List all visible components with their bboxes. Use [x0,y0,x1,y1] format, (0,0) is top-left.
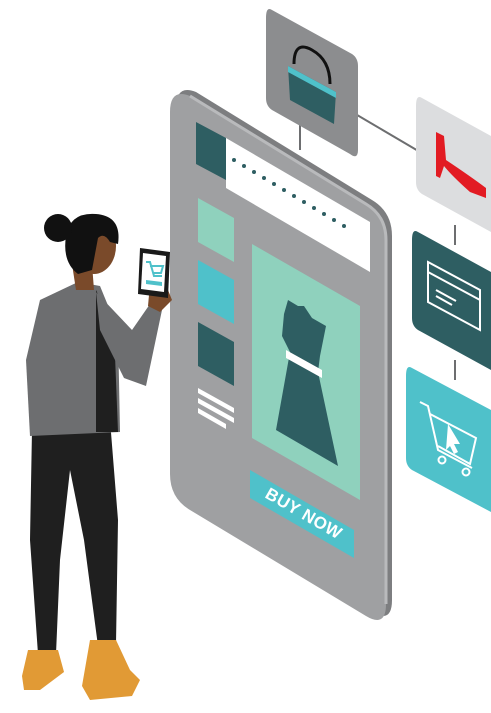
tile-shoe [416,97,491,232]
tile-credit-card [412,231,491,370]
tile-shopping-cart [406,367,491,512]
left-shoe [22,650,64,690]
tile-handbag [266,9,358,157]
right-shoe [82,640,140,700]
mobile-shopping-illustration: BUY NOW [22,9,491,700]
large-phone-device: BUY NOW [170,90,392,620]
handheld-phone [138,248,170,298]
